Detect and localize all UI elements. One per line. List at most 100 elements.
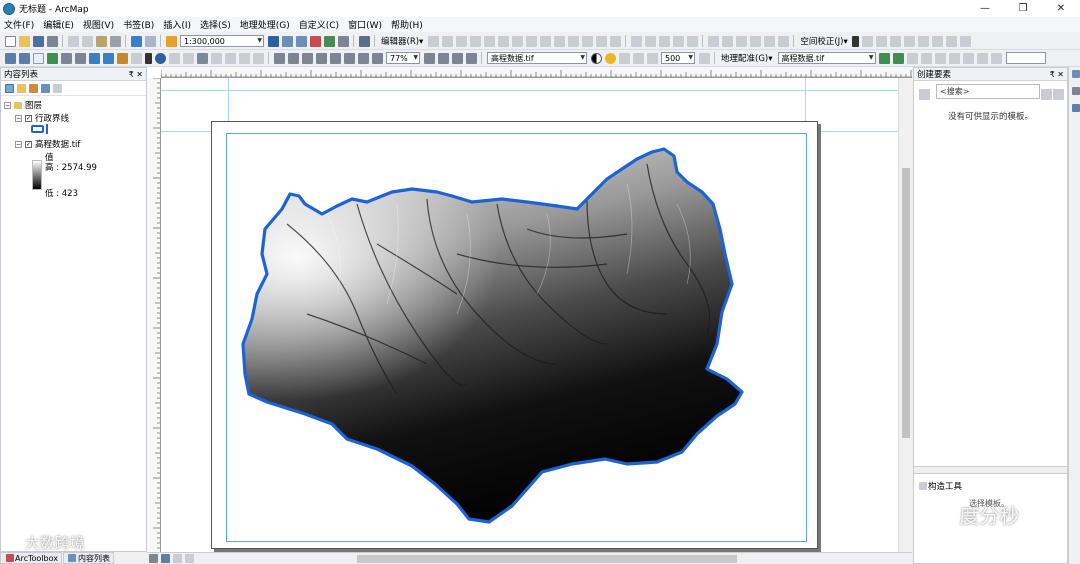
pan-icon[interactable] — [32, 52, 44, 64]
search-templates-icon[interactable] — [1040, 89, 1052, 100]
layout-pan-icon[interactable] — [301, 52, 313, 64]
view-links-table-icon[interactable] — [946, 35, 958, 47]
measure-icon[interactable] — [196, 52, 208, 64]
select-features-icon[interactable] — [116, 52, 128, 64]
attributes-icon[interactable] — [581, 35, 593, 47]
maximize-button[interactable]: ❐ — [1004, 0, 1042, 17]
contrast-icon[interactable] — [590, 52, 602, 64]
layout-fixed-zoom-in-icon[interactable] — [343, 52, 355, 64]
toc-options-icon[interactable] — [52, 83, 62, 93]
zoom-to-link-icon[interactable] — [949, 52, 960, 64]
change-layout-icon[interactable] — [451, 52, 463, 64]
clear-selection-icon[interactable] — [130, 52, 142, 64]
advanced-edit-icon-2[interactable] — [721, 35, 733, 47]
save-icon[interactable] — [32, 35, 44, 47]
menu-file[interactable]: 文件(F) — [4, 18, 34, 31]
rotate-georef-icon[interactable] — [879, 52, 890, 64]
link-table-icon[interactable] — [991, 52, 1002, 64]
layout-view-icon[interactable] — [160, 554, 170, 563]
reshape-icon[interactable] — [525, 35, 537, 47]
identity-link-icon[interactable] — [904, 35, 916, 47]
list-by-source-icon[interactable] — [16, 83, 26, 93]
rotate-icon[interactable] — [567, 35, 579, 47]
layer-visibility-checkbox[interactable]: ✓ — [25, 140, 32, 148]
collapse-icon[interactable]: − — [4, 101, 11, 109]
limited-adjustment-icon[interactable] — [918, 35, 930, 47]
pin-icon[interactable]: ₹ ✕ — [129, 70, 143, 79]
spatial-adjustment-menu[interactable]: 空间校正(J)▾ — [800, 35, 847, 47]
search-dock-icon[interactable] — [1071, 87, 1080, 95]
python-window-icon[interactable] — [323, 35, 335, 47]
vertical-scroll-thumb[interactable] — [902, 168, 910, 438]
menu-view[interactable]: 视图(V) — [83, 18, 114, 31]
data-view-icon[interactable] — [148, 554, 158, 563]
new-document-icon[interactable] — [4, 35, 16, 47]
full-extent-icon[interactable] — [46, 52, 58, 64]
select-elements-icon[interactable] — [852, 35, 860, 47]
brightness-icon[interactable] — [604, 52, 616, 64]
menu-customize[interactable]: 自定义(C) — [299, 18, 339, 31]
advanced-edit-icon-6[interactable] — [777, 35, 789, 47]
topology-icon-3[interactable] — [658, 35, 670, 47]
sketch-properties-icon[interactable] — [595, 35, 607, 47]
split-icon[interactable] — [553, 35, 565, 47]
go-forward-icon[interactable] — [102, 52, 114, 64]
topology-icon-4[interactable] — [672, 35, 684, 47]
topology-icon-2[interactable] — [644, 35, 656, 47]
panel-splitter[interactable] — [914, 466, 1067, 474]
trace-icon[interactable] — [483, 35, 495, 47]
edit-annotation-icon[interactable] — [441, 35, 453, 47]
advanced-edit-icon-3[interactable] — [735, 35, 747, 47]
search-window-icon[interactable] — [337, 35, 349, 47]
point-icon[interactable] — [497, 35, 509, 47]
pause-drawing-icon[interactable] — [184, 554, 194, 563]
menu-help[interactable]: 帮助(H) — [391, 18, 423, 31]
model-builder-icon[interactable] — [358, 35, 370, 47]
shift-georef-icon[interactable] — [893, 52, 904, 64]
collapse-icon[interactable]: − — [15, 114, 22, 122]
find-icon[interactable] — [210, 52, 222, 64]
zoom-in-icon[interactable] — [4, 52, 16, 64]
list-by-selection-icon[interactable] — [40, 83, 50, 93]
endpoint-arc-icon[interactable] — [469, 35, 481, 47]
zoom-whole-page-icon[interactable] — [315, 52, 327, 64]
horizontal-scroll-thumb[interactable] — [357, 555, 737, 563]
refresh-view-icon[interactable] — [172, 554, 182, 563]
topology-icon-1[interactable] — [630, 35, 642, 47]
find-route-icon[interactable] — [224, 52, 236, 64]
toc-layer-row[interactable]: − ✓ 高程数据.tif — [15, 138, 80, 150]
copy-icon[interactable] — [81, 35, 93, 47]
identify-icon[interactable] — [154, 52, 166, 64]
menu-selection[interactable]: 选择(S) — [200, 18, 231, 31]
georeferencing-layer-combo[interactable]: 高程数据.tif ▼ — [777, 52, 876, 64]
toggle-draft-mode-icon[interactable] — [423, 52, 435, 64]
layout-zoom-in-icon[interactable] — [273, 52, 285, 64]
create-features-icon[interactable] — [609, 35, 621, 47]
effects-icon[interactable] — [698, 52, 710, 64]
edit-vertices-icon[interactable] — [511, 35, 523, 47]
modify-link-icon[interactable] — [876, 35, 888, 47]
time-slider-icon[interactable] — [252, 52, 264, 64]
fixed-zoom-out-icon[interactable] — [74, 52, 86, 64]
transparency-icon[interactable] — [618, 52, 630, 64]
georeferencing-menu[interactable]: 地理配准(G)▾ — [721, 52, 773, 64]
flicker-rate-input[interactable]: 500 ▼ — [661, 52, 695, 64]
collapse-icon[interactable]: − — [15, 140, 22, 148]
toc-layer-row[interactable]: − ✓ 行政界线 — [15, 112, 69, 124]
edit-tool-icon[interactable] — [427, 35, 439, 47]
redo-icon[interactable] — [144, 35, 156, 47]
hyperlink-icon[interactable] — [168, 52, 180, 64]
layer-visibility-checkbox[interactable]: ✓ — [25, 114, 32, 122]
select-link-icon[interactable] — [935, 52, 946, 64]
catalog-dock-icon[interactable] — [1071, 70, 1080, 78]
cut-polygons-icon[interactable] — [539, 35, 551, 47]
template-search-input[interactable]: <搜索> — [936, 84, 1040, 99]
layout-back-icon[interactable] — [371, 52, 383, 64]
flicker-icon[interactable] — [646, 52, 658, 64]
new-displacement-link-icon[interactable] — [862, 35, 874, 47]
filter-templates-icon[interactable] — [1052, 89, 1064, 100]
create-features-dock-icon[interactable] — [1071, 104, 1080, 112]
image-analysis-layer-combo[interactable]: 高程数据.tif ▼ — [487, 52, 587, 64]
multi-displacement-icon[interactable] — [890, 35, 902, 47]
data-frame[interactable] — [226, 133, 807, 542]
